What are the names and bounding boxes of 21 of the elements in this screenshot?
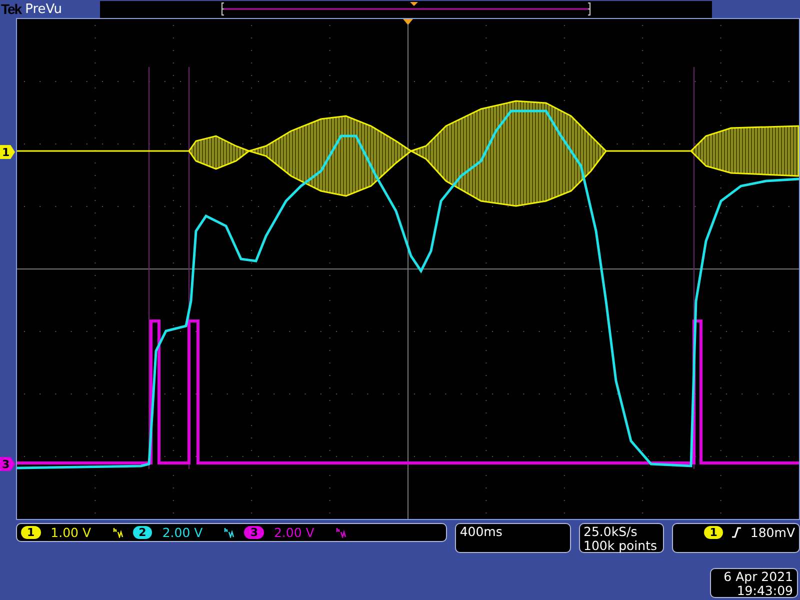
channel-badge[interactable]: 2 bbox=[132, 526, 152, 539]
bandwidth-limit-icon bbox=[112, 527, 123, 538]
trigger-position-icon bbox=[410, 2, 418, 6]
bandwidth-limit-icon bbox=[224, 527, 234, 538]
trigger-source-badge: 1 bbox=[704, 526, 724, 539]
trigger-level: 180mV bbox=[750, 526, 795, 540]
trigger-readout[interactable]: 1 180mV bbox=[672, 523, 800, 553]
acquisition-readout[interactable]: 25.0kS/s 100k points bbox=[578, 523, 664, 553]
channel-scale: 2.00 V bbox=[162, 526, 204, 540]
channel-marker: 1 bbox=[0, 145, 15, 159]
date-time-readout: 6 Apr 2021 19:43:09 bbox=[710, 568, 798, 598]
channel-badge[interactable]: 1 bbox=[21, 526, 41, 539]
channel-badge[interactable]: 3 bbox=[244, 526, 264, 539]
brand-logo: Tek bbox=[0, 1, 22, 17]
trigger-slope-icon bbox=[731, 526, 742, 539]
mode-label: PreVu bbox=[25, 2, 64, 16]
bandwidth-limit-icon bbox=[336, 527, 346, 538]
timebase-readout[interactable]: 400ms bbox=[454, 523, 571, 553]
channel-scale: 2.00 V bbox=[274, 526, 316, 540]
channel-scale: 1.00 V bbox=[50, 526, 92, 540]
channel-marker: 3 bbox=[0, 457, 15, 471]
